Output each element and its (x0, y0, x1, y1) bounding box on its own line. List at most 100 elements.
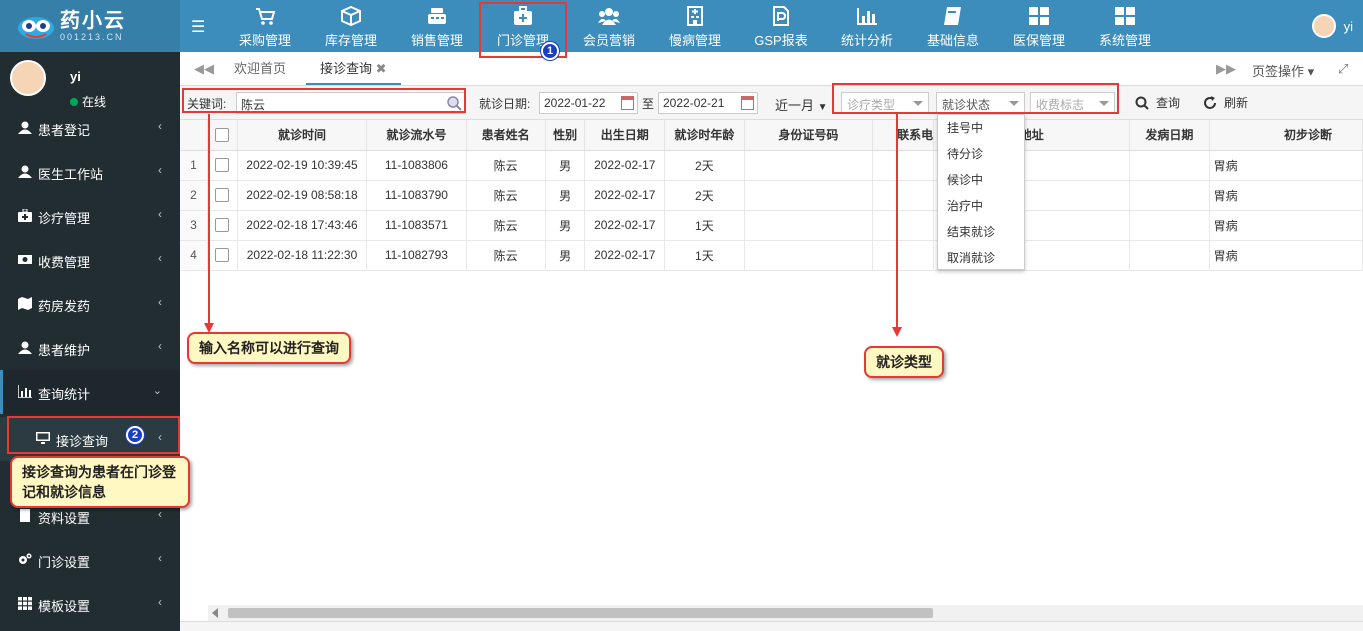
onset-date-cell (1129, 210, 1210, 241)
sidebar-item-treatment[interactable]: 诊疗管理 ‹ (0, 194, 180, 238)
dropdown-option[interactable]: 结束就诊 (938, 219, 1024, 245)
column-header[interactable]: 患者姓名 (466, 120, 546, 151)
serial-cell: 11-1082793 (366, 240, 467, 271)
row-select-cell[interactable] (207, 150, 238, 181)
search-button[interactable]: 查询 (1135, 94, 1180, 111)
sidebar-item-billing[interactable]: 收费管理 ‹ (0, 238, 180, 282)
nav-sales[interactable]: 销售管理 (394, 0, 480, 52)
sidebar-item-patient-register[interactable]: 患者登记 ‹ (0, 106, 180, 150)
sidebar-item-label: 患者维护 (38, 343, 91, 358)
nav-basic-info[interactable]: 基础信息 (910, 0, 996, 52)
file-icon (20, 509, 30, 522)
visit-status-dropdown: 挂号中 待分诊 候诊中 治疗中 结束就诊 取消就诊 (937, 114, 1025, 270)
sidebar-item-template-settings[interactable]: 模板设置 ‹ (0, 582, 180, 626)
refresh-button[interactable]: 刷新 (1203, 94, 1248, 111)
row-checkbox[interactable] (215, 248, 230, 263)
chevron-left-icon: ‹ (158, 207, 162, 221)
scroll-left-icon[interactable] (212, 608, 218, 618)
column-header[interactable]: 身份证号码 (744, 120, 874, 151)
row-select-cell[interactable] (207, 180, 238, 211)
chevron-left-icon: ‹ (158, 119, 162, 133)
calendar-icon[interactable] (621, 96, 634, 110)
patient-name-cell: 陈云 (466, 240, 546, 271)
column-header[interactable]: 联系电 (872, 120, 935, 151)
tab-home[interactable]: 欢迎首页 (220, 52, 300, 85)
column-header[interactable]: 就诊流水号 (366, 120, 467, 151)
row-checkbox[interactable] (215, 158, 230, 173)
nav-purchase[interactable]: 采购管理 (222, 0, 308, 52)
table-row[interactable]: 3 2022-02-18 17:43:46 11-1083571 陈云男 2022-02… (180, 210, 1363, 241)
id-card-cell (744, 240, 874, 271)
dropdown-option[interactable]: 挂号中 (938, 115, 1024, 141)
box-icon (341, 6, 361, 26)
nav-statistics[interactable]: 统计分析 (824, 0, 910, 52)
nav-chronic[interactable]: 慢病管理 (652, 0, 738, 52)
table-row[interactable]: 4 2022-02-18 11:22:30 11-1082793 陈云男 2022-02… (180, 240, 1363, 271)
money-icon (18, 255, 32, 264)
date-from-input[interactable]: 2022-01-22 (539, 92, 638, 114)
row-number: 2 (180, 180, 209, 211)
row-select-cell[interactable] (207, 210, 238, 241)
nav-gsp[interactable]: GSP报表 (738, 0, 824, 52)
date-to-input[interactable]: 2022-02-21 (658, 92, 758, 114)
dropdown-option[interactable]: 待分诊 (938, 141, 1024, 167)
tabs-prev-icon[interactable]: ◀◀ (194, 61, 214, 77)
patient-name-cell: 陈云 (466, 150, 546, 181)
book-icon (944, 7, 961, 25)
nav-inventory[interactable]: 库存管理 (308, 0, 394, 52)
sidebar-item-doctor-station[interactable]: 医生工作站 ‹ (0, 150, 180, 194)
phone-cell (872, 150, 935, 181)
chevron-left-icon: ‹ (158, 507, 162, 521)
logo-subtitle: 001213.CN (60, 32, 124, 42)
sidebar-item-outpatient-settings[interactable]: 门诊设置 ‹ (0, 538, 180, 582)
tabs-next-icon[interactable]: ▶▶ (1216, 61, 1236, 77)
sidebar-item-patient-maintenance[interactable]: 患者维护 ‹ (0, 326, 180, 370)
nav-label: 会员营销 (582, 33, 635, 48)
cloud-logo-icon (16, 11, 56, 41)
hospital-icon (687, 6, 703, 26)
select-all-checkbox[interactable] (207, 120, 238, 151)
nav-member[interactable]: 会员营销 (566, 0, 652, 52)
column-header[interactable]: 性别 (545, 120, 586, 151)
id-card-cell (744, 180, 874, 211)
medkit-icon (18, 209, 32, 222)
row-checkbox[interactable] (215, 218, 230, 233)
age-cell: 2天 (664, 150, 745, 181)
row-checkbox[interactable] (215, 188, 230, 203)
row-select-cell[interactable] (207, 240, 238, 271)
user-menu[interactable]: yi (1311, 14, 1353, 38)
age-cell: 1天 (664, 210, 745, 241)
close-icon[interactable]: ✖ (376, 61, 387, 76)
logo[interactable]: 药小云 001213.CN (0, 0, 180, 52)
horizontal-scrollbar[interactable] (208, 605, 1363, 621)
column-header[interactable]: 就诊时年龄 (664, 120, 745, 151)
chevron-left-icon: ‹ (158, 339, 162, 353)
tab-reception-query[interactable]: 接诊查询 ✖ (306, 52, 401, 85)
serial-cell: 11-1083790 (366, 180, 467, 211)
column-header[interactable]: 就诊时间 (237, 120, 368, 151)
column-header[interactable]: 发病日期 (1129, 120, 1210, 151)
dropdown-option[interactable]: 治疗中 (938, 193, 1024, 219)
sidebar-item-label: 收费管理 (38, 255, 91, 270)
nav-system[interactable]: 系统管理 (1082, 0, 1168, 52)
dropdown-option[interactable]: 取消就诊 (938, 245, 1024, 271)
column-header[interactable]: 出生日期 (584, 120, 666, 151)
table-row[interactable]: 2 2022-02-19 08:58:18 11-1083790 陈云男 2022-02… (180, 180, 1363, 211)
scrollbar-thumb[interactable] (228, 608, 933, 618)
hamburger-menu-icon[interactable]: ☰ (191, 17, 205, 37)
user-icon (18, 121, 32, 134)
nav-label: 统计分析 (840, 33, 893, 48)
phone-cell (872, 240, 935, 271)
column-header[interactable]: 初步诊断 (1209, 120, 1363, 151)
id-card-cell (744, 150, 874, 181)
sidebar-item-query-statistics[interactable]: 查询统计 ⌄ (0, 370, 180, 414)
highlight-filters (832, 83, 1119, 114)
table-row[interactable]: 1 2022-02-19 10:39:45 11-1083806 陈云男 2022-02… (180, 150, 1363, 181)
page-ops-dropdown[interactable]: 页签操作 ▾ (1252, 61, 1314, 80)
fullscreen-icon[interactable]: ⤢ (1338, 61, 1348, 77)
sidebar-item-pharmacy[interactable]: 药房发药 ‹ (0, 282, 180, 326)
period-dropdown[interactable]: 近一月 ▼ (775, 95, 828, 114)
calendar-icon[interactable] (741, 96, 754, 110)
dropdown-option[interactable]: 候诊中 (938, 167, 1024, 193)
nav-medical-insurance[interactable]: 医保管理 (996, 0, 1082, 52)
